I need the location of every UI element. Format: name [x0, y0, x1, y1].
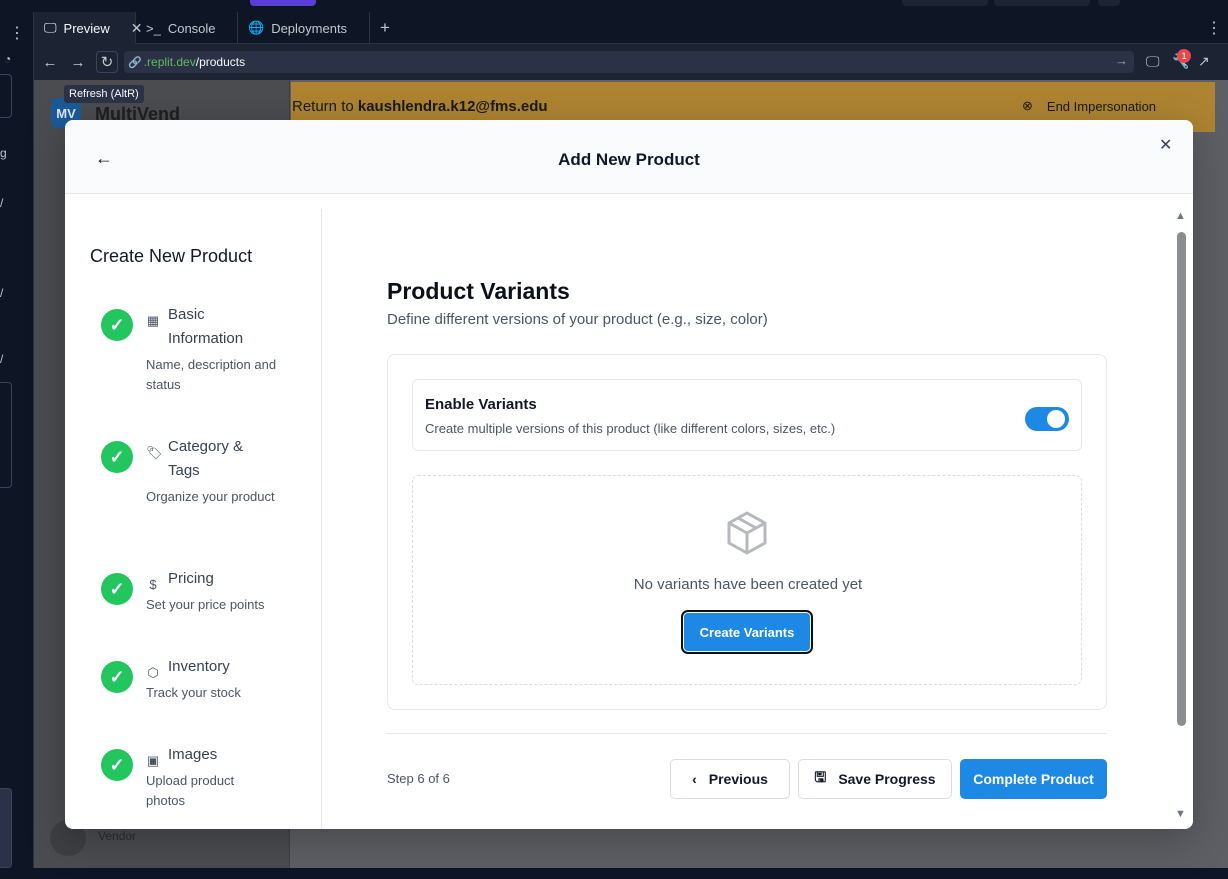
external-link-icon[interactable]: ↗ — [1198, 53, 1210, 70]
grid-icon: ▦ — [146, 313, 160, 328]
dollar-icon: $ — [149, 577, 157, 592]
chevron-icon: / — [0, 286, 4, 300]
ide-topbar-button[interactable] — [994, 0, 1090, 6]
chevron-left-icon: ‹ — [692, 771, 697, 787]
tab-bar: 🖵 Preview ✕ >_ Console 🌐 Deployments + ⋮ — [34, 12, 1228, 44]
text-fragment: g — [0, 146, 7, 160]
run-button[interactable] — [250, 0, 316, 6]
scroll-down-icon[interactable]: ▼ — [1175, 808, 1186, 820]
main-content: Product Variants Define different versio… — [322, 195, 1172, 829]
gauge-icon[interactable]: ◔ — [4, 52, 11, 66]
box-icon: ⬡ — [147, 665, 159, 680]
divider — [387, 733, 1107, 734]
steps-title: Create New Product — [90, 246, 253, 266]
notification-badge: 1 — [1177, 49, 1191, 63]
add-product-modal: ← Add New Product ✕ Create New Product ✓… — [65, 120, 1193, 829]
close-circle-icon: ⊗ — [1022, 98, 1033, 113]
toggle-label: Enable Variants — [425, 396, 537, 413]
chevron-icon: / — [0, 352, 4, 366]
package-icon — [727, 511, 767, 555]
create-variants-button[interactable]: Create Variants — [681, 610, 813, 654]
tab-deployments[interactable]: 🌐 Deployments — [238, 12, 370, 44]
variants-empty-state: No variants have been created yet Create… — [412, 475, 1082, 685]
link-icon: 🔗 — [128, 56, 142, 69]
modal-title: Add New Product — [558, 150, 700, 169]
enable-variants-toggle[interactable] — [1025, 407, 1069, 431]
image-icon: ▣ — [146, 753, 160, 768]
save-icon: 🖫 — [814, 769, 827, 785]
check-icon: ✓ — [101, 441, 133, 473]
check-icon: ✓ — [101, 573, 133, 605]
save-progress-button[interactable]: 🖫 Save Progress — [798, 759, 952, 799]
variants-card: Enable Variants Create multiple versions… — [387, 354, 1107, 710]
section-title: Product Variants — [387, 278, 570, 304]
complete-product-button[interactable]: Complete Product — [960, 759, 1107, 799]
empty-state-text: No variants have been created yet — [633, 576, 863, 593]
globe-icon: 🌐 — [248, 20, 265, 35]
previous-button[interactable]: ‹ Previous — [670, 759, 790, 799]
toggle-description: Create multiple versions of this product… — [425, 421, 836, 436]
scroll-up-icon[interactable]: ▲ — [1175, 210, 1186, 222]
ide-topbar — [0, 0, 1228, 12]
back-arrow-icon[interactable]: ← — [40, 52, 60, 72]
check-icon: ✓ — [101, 661, 133, 693]
terminal-icon: >_ — [146, 20, 161, 36]
panel-edge — [0, 74, 12, 118]
devices-icon[interactable]: 🖵 — [1146, 53, 1160, 70]
enable-variants-row: Enable Variants Create multiple versions… — [412, 379, 1082, 451]
ide-topbar-button[interactable] — [902, 0, 988, 6]
vendor-label: Vendor — [98, 829, 137, 843]
ide-topbar-button[interactable] — [1098, 0, 1120, 6]
add-tab-icon[interactable]: + — [380, 18, 390, 38]
url-bar: ← → ↻ 🔗 .replit.dev /products → 🖵 🔧 ↗ — [34, 44, 1228, 80]
more-vertical-icon[interactable]: ⋮ — [1206, 18, 1222, 38]
refresh-icon[interactable]: ↻ — [96, 51, 118, 73]
check-icon: ✓ — [101, 309, 133, 341]
forward-arrow-icon[interactable]: → — [68, 52, 88, 72]
scrollbar-thumb[interactable] — [1177, 232, 1186, 726]
close-icon[interactable]: ✕ — [1159, 135, 1172, 155]
banner-text: Return to kaushlendra.k12@fms.edu — [292, 98, 548, 115]
modal-header: ← Add New Product ✕ — [65, 120, 1193, 194]
refresh-tooltip: Refresh (AltR) — [64, 85, 144, 103]
section-subtitle: Define different versions of your produc… — [387, 311, 768, 328]
tag-icon: 🏷 — [146, 445, 163, 460]
tab-console[interactable]: >_ Console — [136, 12, 238, 44]
tab-preview[interactable]: 🖵 Preview ✕ — [34, 12, 143, 44]
panel-edge — [0, 382, 12, 488]
toggle-knob — [1047, 410, 1065, 428]
go-arrow-icon[interactable]: → — [1115, 53, 1128, 68]
panel-edge — [0, 788, 12, 868]
end-impersonation-button[interactable]: ⊗ End Impersonation — [1022, 98, 1156, 114]
ide-left-panel: ⋮ ◔ g / / / — [0, 12, 34, 879]
monitor-icon: 🖵 — [44, 20, 57, 35]
check-icon: ✓ — [101, 749, 133, 781]
step-counter: Step 6 of 6 — [387, 771, 450, 786]
ide-bottom-strip — [0, 868, 1228, 879]
steps-sidebar: Create New Product ✓ ▦ Basic Information… — [65, 209, 322, 829]
url-input[interactable]: 🔗 .replit.dev /products — [124, 51, 1134, 73]
scrollbar[interactable]: ▲ ▼ — [1175, 210, 1189, 822]
more-vertical-icon[interactable]: ⋮ — [9, 26, 25, 42]
chevron-icon: / — [0, 196, 4, 210]
